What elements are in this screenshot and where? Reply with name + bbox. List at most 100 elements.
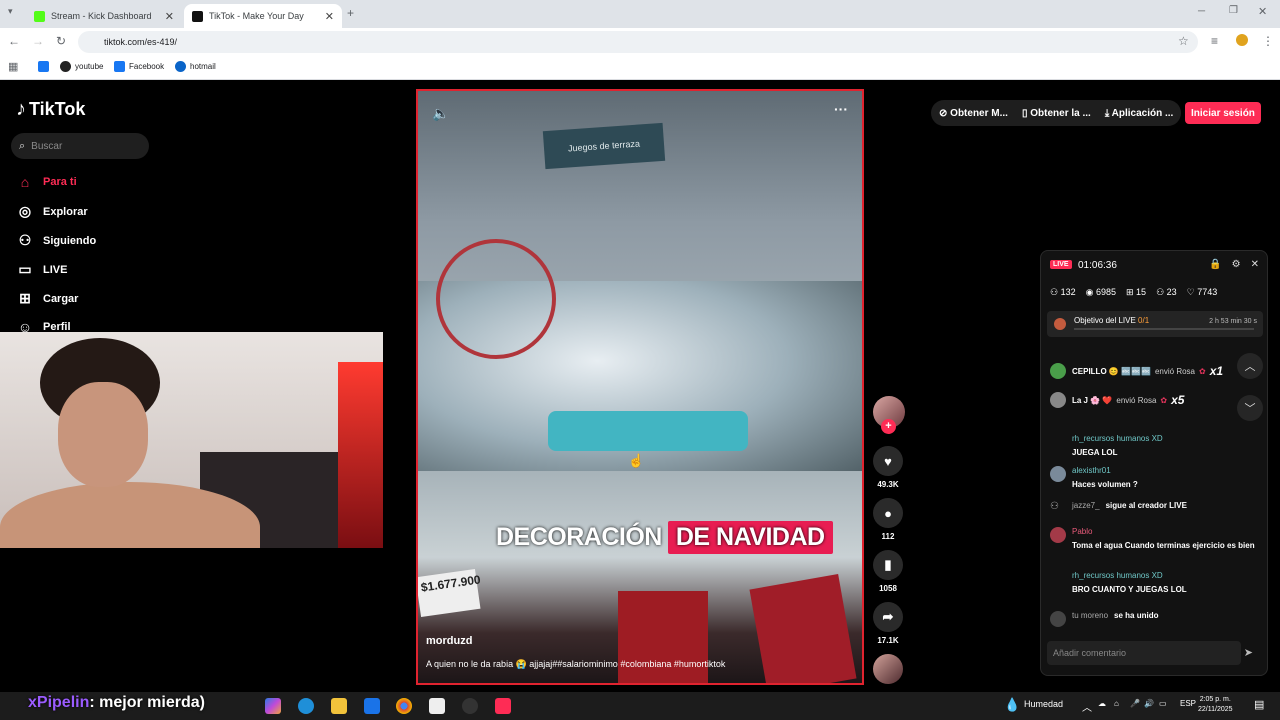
notifications-icon[interactable]: ▤ <box>1254 698 1264 711</box>
music-disc-avatar[interactable] <box>873 654 903 684</box>
bookmark-facebook-blank[interactable] <box>38 61 53 72</box>
obs-icon[interactable] <box>462 698 478 714</box>
usb-icon[interactable]: ⌂ <box>1114 699 1119 708</box>
gift-row: CEPILLO 😊 🔤🔤🔤 envió Rosa ✿ x1 <box>1050 363 1223 379</box>
bookmark-icon[interactable]: ▮ <box>873 550 903 580</box>
comment-text: Toma el agua Cuando terminas ejercicio e… <box>1072 541 1255 550</box>
volume-tray-icon[interactable]: 🔊 <box>1144 699 1154 708</box>
settings-icon[interactable]: ⚙ <box>1232 259 1241 270</box>
link-label: Obtener M... <box>950 107 1008 119</box>
tab-kick-dashboard[interactable]: Stream - Kick Dashboard ✕ <box>26 4 182 28</box>
get-app-link[interactable]: ▯ Obtener la ... <box>1022 108 1091 119</box>
comment-line: jazze7_ sigue al creador LIVE <box>1072 501 1187 510</box>
system-clock[interactable]: 2:05 p. m. 22/11/2025 <box>1198 695 1233 715</box>
copilot-icon[interactable] <box>265 698 281 714</box>
window-close-icon[interactable]: ✕ <box>1258 5 1267 18</box>
tiktok-logo[interactable]: ♪ TikTok <box>16 98 85 121</box>
network-icon[interactable]: ▭ <box>1159 699 1167 708</box>
store-icon[interactable] <box>429 698 445 714</box>
bookmark-star-icon[interactable]: ☆ <box>1178 34 1189 48</box>
mail-icon[interactable] <box>364 698 380 714</box>
share-icon[interactable]: ➦ <box>873 602 903 632</box>
tab-search-icon[interactable]: ▾ <box>8 6 13 17</box>
video-player[interactable]: Juegos de terraza $1.677.900 DECORACIÓN … <box>416 89 864 685</box>
nav-para-ti[interactable]: ⌂ Para ti <box>16 174 77 190</box>
comment-user[interactable]: alexisthr01 <box>1072 466 1111 475</box>
new-tab-icon[interactable]: + <box>347 6 354 20</box>
video-author[interactable]: morduzd <box>426 635 472 647</box>
comment-count: 112 <box>881 532 895 541</box>
volume-icon[interactable]: 🔈 <box>432 105 449 122</box>
weather-label[interactable]: Humedad <box>1024 699 1063 709</box>
reload-icon[interactable]: ↻ <box>56 34 66 48</box>
follow-plus-icon[interactable]: + <box>881 419 896 434</box>
heart-icon[interactable]: ♥ <box>873 446 903 476</box>
nav-cargar[interactable]: ⊞ Cargar <box>16 290 78 307</box>
close-tab-icon[interactable]: ✕ <box>165 10 174 23</box>
chrome-icon[interactable] <box>396 698 412 714</box>
tiktok-app-icon[interactable] <box>495 698 511 714</box>
more-options-icon[interactable]: ··· <box>834 101 848 117</box>
live-goal[interactable]: Objetivo del LIVE 0/1 2 h 53 min 30 s <box>1047 311 1263 337</box>
close-icon[interactable]: ✕ <box>1251 259 1259 270</box>
scroll-down-icon[interactable]: ﹀ <box>1237 395 1263 421</box>
stat-value: 15 <box>1136 287 1147 297</box>
restore-icon[interactable]: ❐ <box>1229 5 1238 16</box>
mic-icon[interactable]: 🎤 <box>1130 699 1140 708</box>
menu-dots-icon[interactable]: ⋮ <box>1262 34 1274 48</box>
comment-user[interactable]: jazze7_ <box>1072 501 1100 510</box>
caption-part: DECORACIÓN <box>496 523 662 551</box>
profile-avatar-icon[interactable] <box>1236 34 1248 46</box>
comment-user[interactable]: rh_recursos humanos XD <box>1072 434 1163 443</box>
comment-icon[interactable]: ● <box>873 498 903 528</box>
forward-icon[interactable]: → <box>32 34 44 48</box>
file-explorer-icon[interactable] <box>331 698 347 714</box>
send-icon[interactable]: ➤ <box>1244 646 1253 659</box>
apps-grid-icon[interactable]: ▦ <box>8 60 18 73</box>
nav-label: LIVE <box>43 263 68 276</box>
add-comment-input[interactable]: Añadir comentario <box>1047 641 1241 665</box>
search-icon: ⌕ <box>19 139 26 152</box>
comment-user[interactable]: rh_recursos humanos XD <box>1072 571 1163 580</box>
url-bar[interactable]: tiktok.com/es-419/ <box>78 31 1198 53</box>
login-button[interactable]: Iniciar sesión <box>1185 102 1261 124</box>
share-action[interactable]: ➦ 17.1K <box>872 602 904 645</box>
comment-user[interactable]: Pablo <box>1072 527 1092 536</box>
weather-drop-icon[interactable]: 💧 <box>1004 697 1020 713</box>
tray-chevron-icon[interactable]: ︿ <box>1082 699 1092 714</box>
address-bar-row: ← → ↻ tiktok.com/es-419/ ☆ ≡ ⋮ <box>0 28 1280 56</box>
back-icon[interactable]: ← <box>8 34 20 48</box>
avatar <box>1050 466 1066 482</box>
kick-favicon-icon <box>34 10 45 22</box>
webcam-pc-case <box>338 362 383 548</box>
get-coins-link[interactable]: ⊘ Obtener M... <box>939 108 1008 119</box>
onedrive-icon[interactable]: ☁ <box>1098 699 1106 708</box>
close-tab-icon[interactable]: ✕ <box>325 10 334 23</box>
bookmark-hotmail[interactable]: hotmail <box>175 61 216 72</box>
comment-user[interactable]: tu moreno <box>1072 611 1108 620</box>
nav-live[interactable]: ▭ LIVE <box>16 261 67 278</box>
bookmark-youtube[interactable]: youtube <box>60 61 103 72</box>
minimize-icon[interactable]: ─ <box>1198 6 1205 17</box>
save-action[interactable]: ▮ 1058 <box>872 550 904 593</box>
rose-icon: ✿ <box>1199 366 1206 376</box>
bookmark-facebook[interactable]: Facebook <box>114 61 164 72</box>
nav-siguiendo[interactable]: ⚇ Siguiendo <box>16 232 96 249</box>
stat-value: 132 <box>1060 287 1076 297</box>
tab-tiktok[interactable]: TikTok - Make Your Day ✕ <box>184 4 342 28</box>
search-input[interactable]: ⌕ Buscar <box>11 133 149 159</box>
extensions-icon[interactable]: ≡ <box>1211 34 1218 48</box>
language-indicator[interactable]: ESP <box>1180 699 1196 708</box>
desktop-app-link[interactable]: ⤓ Aplicación ... <box>1105 108 1174 119</box>
comment-item: alexisthr01 Haces volumen ? <box>1050 466 1260 490</box>
url-text: tiktok.com/es-419/ <box>104 37 178 47</box>
edge-icon[interactable] <box>298 698 314 714</box>
nav-label: Explorar <box>43 205 88 218</box>
nav-explorar[interactable]: ◎ Explorar <box>16 203 88 220</box>
like-action[interactable]: ♥ 49.3K <box>872 446 904 489</box>
lock-icon[interactable]: 🔒 <box>1209 259 1221 270</box>
comment-action[interactable]: ● 112 <box>872 498 904 541</box>
scroll-up-icon[interactable]: ︿ <box>1237 353 1263 379</box>
bookmarks-bar: ▦ youtube Facebook hotmail <box>0 56 1280 80</box>
stat-value: 23 <box>1166 287 1177 297</box>
